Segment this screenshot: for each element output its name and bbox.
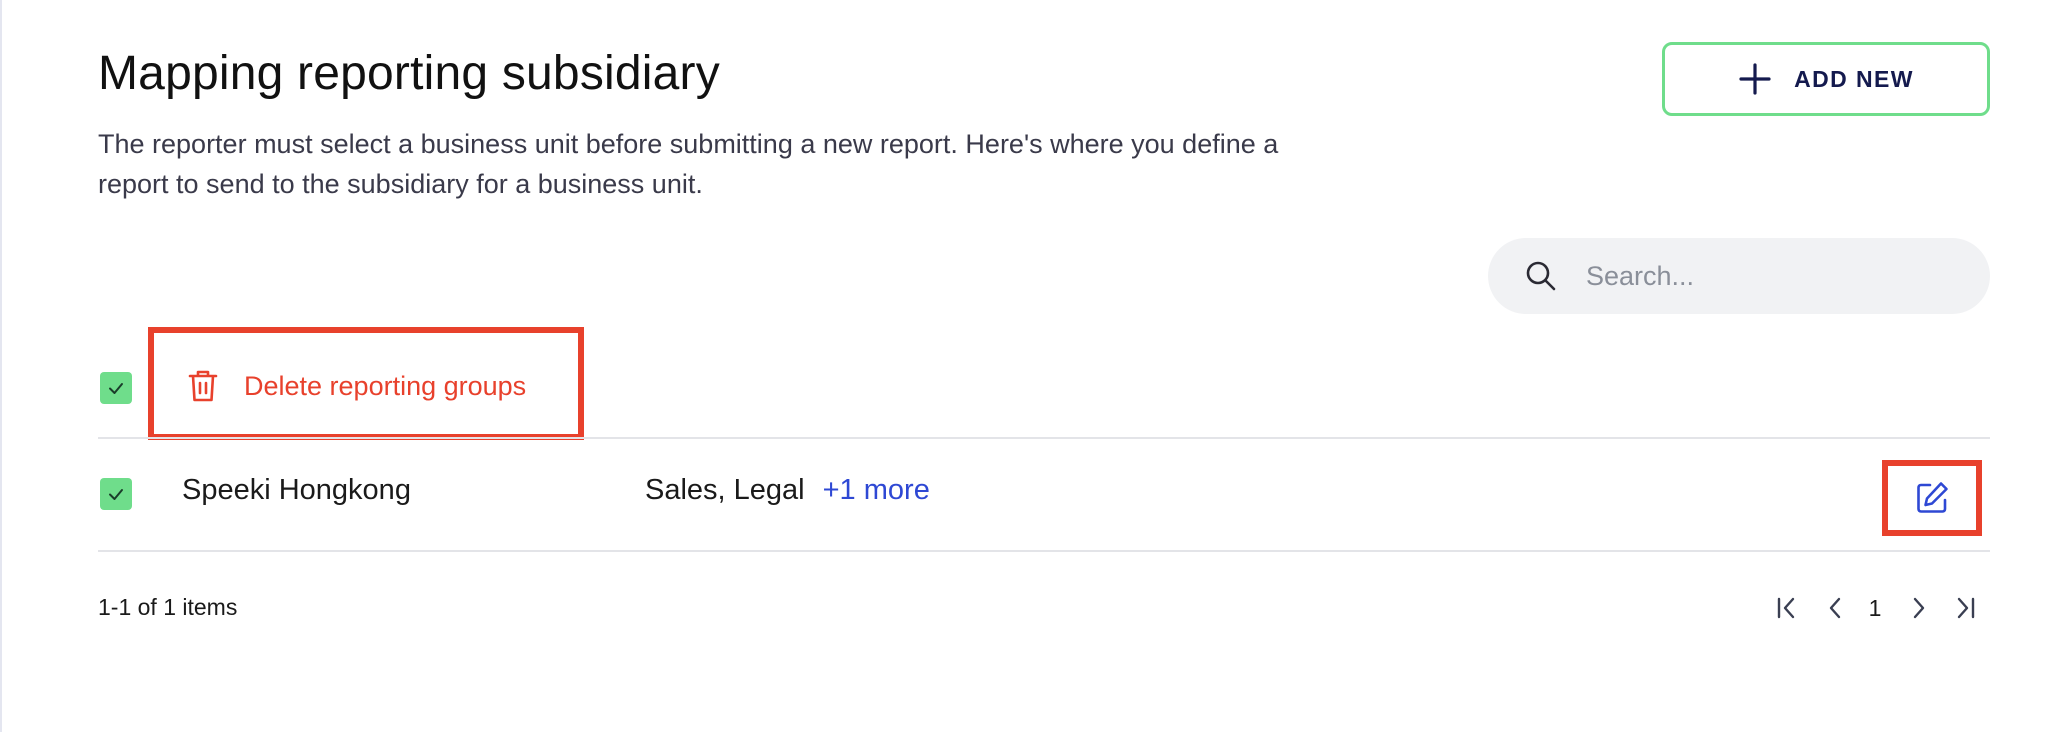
row-business-units: Sales, Legal +1 more [645, 474, 930, 507]
table-bottom-divider [98, 550, 1990, 552]
checkmark-icon [109, 489, 123, 500]
select-all-checkbox[interactable] [100, 372, 132, 404]
plus-icon [1738, 62, 1772, 96]
row-subsidiary-name: Speeki Hongkong [182, 474, 411, 506]
table-top-divider [98, 437, 1990, 439]
last-page-icon[interactable] [1950, 590, 1980, 626]
trash-icon [184, 367, 222, 405]
row-checkbox[interactable] [100, 478, 132, 510]
edit-icon[interactable] [1912, 478, 1952, 518]
search-bar[interactable] [1488, 238, 1990, 314]
search-icon [1524, 259, 1558, 293]
row-business-units-text: Sales, Legal [645, 474, 805, 506]
first-page-icon[interactable] [1772, 590, 1802, 626]
page-title: Mapping reporting subsidiary [98, 47, 720, 100]
search-input[interactable] [1584, 259, 1968, 293]
add-new-button[interactable]: ADD NEW [1662, 42, 1990, 116]
pagination: 1 [0, 590, 2068, 626]
more-units-link[interactable]: +1 more [823, 474, 930, 507]
checkmark-icon [109, 383, 123, 394]
current-page-number[interactable]: 1 [1862, 590, 1888, 626]
delete-reporting-groups-label: Delete reporting groups [244, 370, 527, 401]
page-description: The reporter must select a business unit… [98, 129, 1279, 199]
next-page-icon[interactable] [1904, 590, 1934, 626]
delete-reporting-groups-button[interactable]: Delete reporting groups [184, 364, 526, 408]
edit-highlight-box [1882, 460, 1982, 536]
add-new-label: ADD NEW [1794, 65, 1914, 92]
previous-page-icon[interactable] [1820, 590, 1850, 626]
